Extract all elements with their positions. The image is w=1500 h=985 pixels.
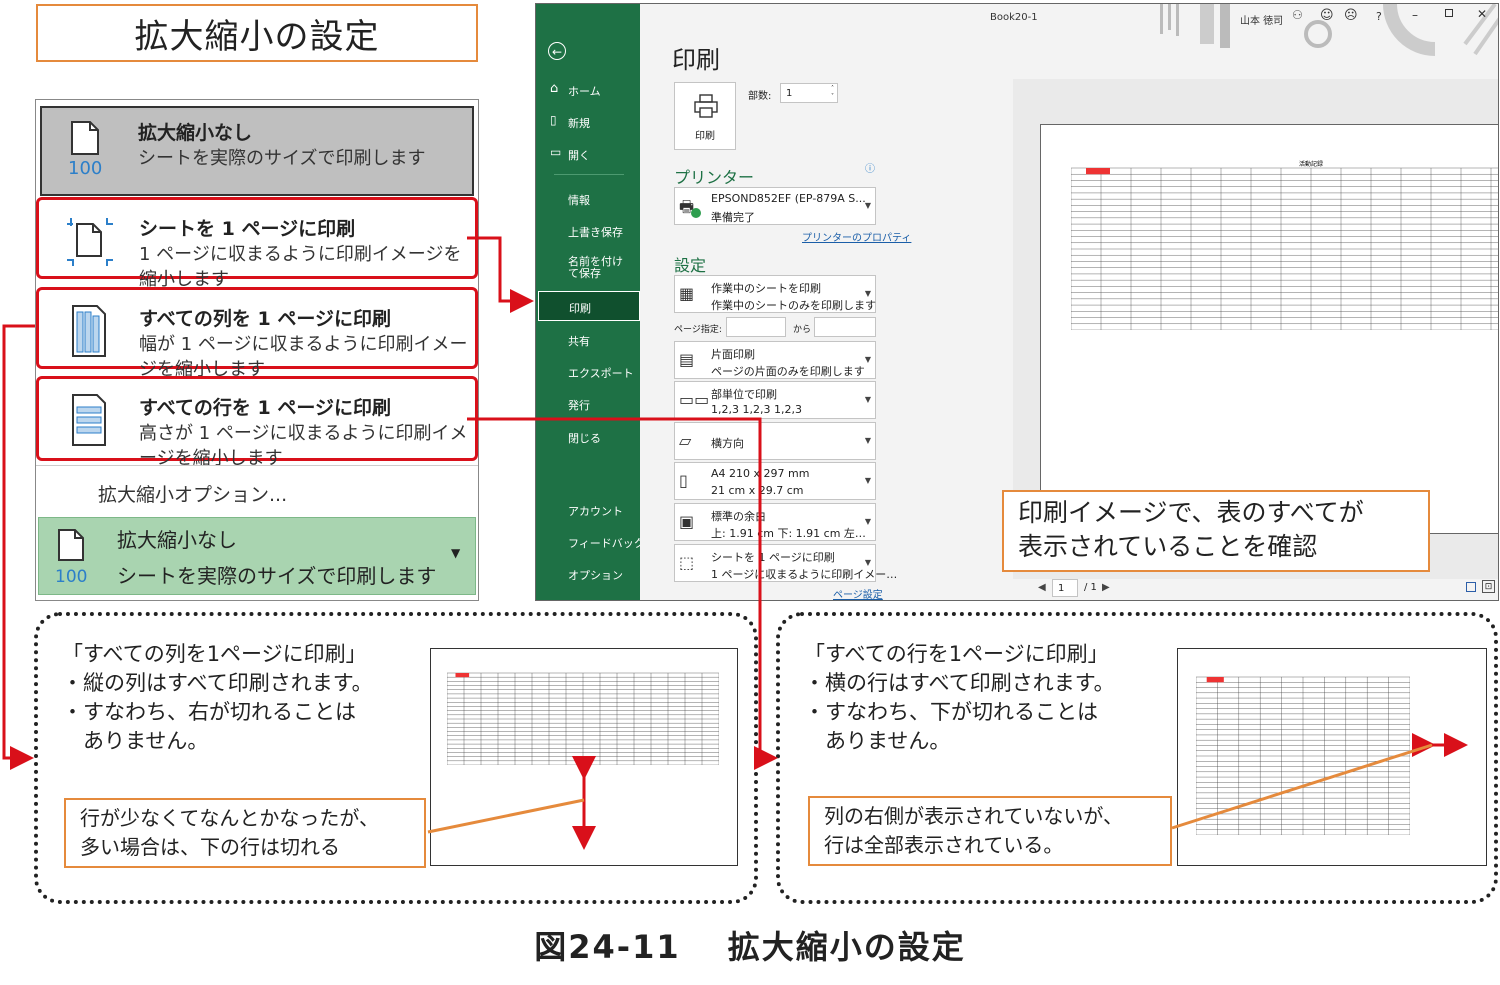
figure-caption: 図24-11 拡大縮小の設定 bbox=[534, 928, 966, 966]
arrow-fit-sheet-to-print bbox=[467, 236, 534, 313]
orange-leader-rows bbox=[1171, 743, 1433, 830]
arrow-rows-to-section bbox=[467, 417, 778, 770]
connector-arrows bbox=[2, 236, 1468, 850]
arrow-cols-to-section bbox=[2, 324, 35, 770]
orange-leader-cols bbox=[427, 798, 585, 834]
